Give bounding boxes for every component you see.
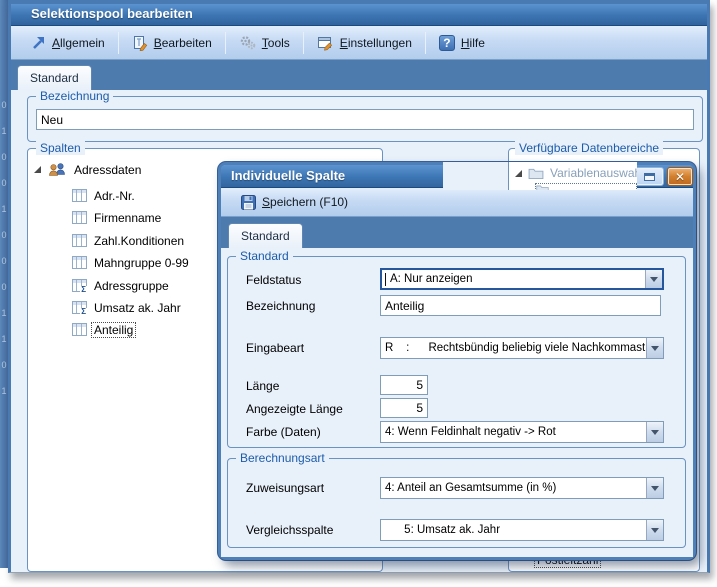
column-icon bbox=[72, 323, 87, 336]
background-window-edge: 010010001101 bbox=[0, 0, 8, 568]
tools-button[interactable]: Tools bbox=[229, 31, 300, 54]
feldstatus-value: A: Nur anzeigen bbox=[386, 273, 645, 285]
eingabeart-select[interactable]: R : Rechtsbündig beliebig viele Nachkomm… bbox=[380, 337, 664, 359]
screenshot-stage: 010010001101 Selektionspool bearbeiten A… bbox=[0, 0, 717, 587]
tree-label: Adr.-Nr. bbox=[92, 189, 137, 203]
vergleichsspalte-select[interactable]: 5: Umsatz ak. Jahr bbox=[380, 519, 664, 541]
toolbar-separator bbox=[118, 32, 119, 54]
bezeichnung-input[interactable] bbox=[36, 109, 694, 130]
farbe-daten-value: 4: Wenn Feldinhalt negativ -> Rot bbox=[381, 426, 646, 438]
tab-standard-main[interactable]: Standard bbox=[17, 65, 92, 90]
speichern-label: Speichern (F10) bbox=[262, 195, 348, 209]
tree-label: Anteilig bbox=[92, 323, 135, 337]
toolbar-separator bbox=[225, 32, 226, 54]
tree-label: Adressdaten bbox=[72, 163, 143, 177]
laenge-input[interactable] bbox=[380, 375, 428, 395]
settings-page-icon bbox=[317, 35, 334, 51]
standard-fieldset: Standard Feldstatus A: Nur anzeigen Beze… bbox=[227, 256, 686, 448]
stale-tree-repaint: Variablenauswahl bbox=[443, 162, 637, 190]
zuweisungsart-label: Zuweisungsart bbox=[246, 481, 324, 495]
spalten-group-label: Spalten bbox=[36, 141, 85, 155]
dropdown-arrow-icon[interactable] bbox=[646, 520, 663, 540]
vergleichsspalte-value: 5: Umsatz ak. Jahr bbox=[381, 524, 646, 536]
bezeichnung-field-input[interactable] bbox=[380, 295, 661, 316]
main-tab-strip: Standard bbox=[11, 60, 707, 90]
eingabeart-value: R : Rechtsbündig beliebig viele Nachkomm… bbox=[381, 342, 646, 354]
individuelle-spalte-dialog: Individuelle Spalte ✕ Speichern (F10) St… bbox=[218, 162, 696, 560]
tree-label: Firmenname bbox=[92, 211, 163, 225]
dropdown-arrow-icon[interactable] bbox=[646, 478, 663, 498]
eingabeart-label: Eingabeart bbox=[246, 341, 304, 355]
tree-label: Umsatz ak. Jahr bbox=[92, 301, 183, 315]
tree-item-partial-stale bbox=[535, 183, 637, 190]
farbe-daten-select[interactable]: 4: Wenn Feldinhalt negativ -> Rot bbox=[380, 421, 664, 443]
expander-icon[interactable] bbox=[34, 166, 41, 173]
people-icon bbox=[48, 162, 67, 177]
tab-standard-dialog[interactable]: Standard bbox=[228, 223, 303, 248]
feldstatus-select[interactable]: A: Nur anzeigen bbox=[380, 268, 664, 290]
bearbeiten-button[interactable]: Bearbeiten bbox=[122, 31, 222, 55]
main-titlebar[interactable]: Selektionspool bearbeiten bbox=[11, 4, 707, 26]
dialog-content: Standard Feldstatus A: Nur anzeigen Beze… bbox=[221, 248, 693, 557]
bezeichnung-group-label: Bezeichnung bbox=[36, 90, 113, 103]
feldstatus-label: Feldstatus bbox=[246, 273, 301, 287]
gears-icon bbox=[239, 35, 256, 50]
zuweisungsart-value: 4: Anteil an Gesamtsumme (in %) bbox=[381, 482, 646, 494]
bezeichnung-field-label: Bezeichnung bbox=[246, 299, 315, 313]
dialog-tab-strip: Standard bbox=[221, 217, 693, 248]
dialog-title: Individuelle Spalte bbox=[231, 168, 345, 183]
berechnungsart-fieldset-label: Berechnungsart bbox=[236, 451, 329, 465]
einstellungen-button[interactable]: Einstellungen bbox=[307, 31, 422, 55]
dropdown-arrow-icon[interactable] bbox=[646, 338, 663, 358]
angezeigte-laenge-label: Angezeigte Länge bbox=[246, 402, 343, 416]
tree-label: Mahngruppe 0-99 bbox=[92, 256, 191, 270]
dropdown-arrow-icon[interactable] bbox=[646, 422, 663, 442]
toolbar-separator bbox=[425, 32, 426, 54]
close-icon: ✕ bbox=[675, 171, 685, 183]
column-icon bbox=[72, 211, 87, 224]
tree-label: Variablenauswahl bbox=[548, 166, 637, 180]
dropdown-arrow-icon[interactable] bbox=[645, 270, 662, 288]
column-icon bbox=[72, 189, 87, 202]
floppy-disk-icon bbox=[241, 195, 256, 210]
main-toolbar: Allgemein Bearbeiten Tools bbox=[11, 26, 707, 60]
hilfe-button[interactable]: ? Hilfe bbox=[429, 31, 495, 55]
main-window-title: Selektionspool bearbeiten bbox=[31, 6, 193, 21]
laenge-label: Länge bbox=[246, 379, 279, 393]
farbe-daten-label: Farbe (Daten) bbox=[246, 425, 321, 439]
speichern-button[interactable]: Speichern (F10) bbox=[231, 191, 358, 214]
edit-page-icon bbox=[132, 35, 148, 51]
folder-icon bbox=[536, 184, 549, 190]
bezeichnung-group: Bezeichnung bbox=[27, 96, 703, 142]
tools-label: Tools bbox=[262, 36, 290, 50]
dialog-toolbar: Speichern (F10) bbox=[221, 188, 693, 217]
tree-label: Zahl.Konditionen bbox=[92, 234, 186, 248]
restore-window-button[interactable] bbox=[635, 167, 664, 186]
help-icon: ? bbox=[439, 35, 455, 51]
column-icon bbox=[72, 256, 87, 269]
hilfe-label: Hilfe bbox=[461, 36, 485, 50]
zuweisungsart-select[interactable]: 4: Anteil an Gesamtsumme (in %) bbox=[380, 477, 664, 499]
standard-fieldset-label: Standard bbox=[236, 249, 293, 263]
berechnungsart-fieldset: Berechnungsart Zuweisungsart 4: Anteil a… bbox=[227, 458, 686, 548]
close-button[interactable]: ✕ bbox=[667, 167, 693, 186]
tree-item-variablenauswahl-stale: Variablenauswahl bbox=[515, 164, 637, 182]
tree-label: Adressgruppe bbox=[92, 279, 171, 293]
arrow-up-right-icon bbox=[31, 35, 46, 50]
column-icon bbox=[72, 234, 87, 247]
datenbereiche-group-label: Verfügbare Datenbereiche bbox=[515, 141, 663, 155]
restore-window-icon bbox=[644, 173, 655, 181]
expander-icon bbox=[515, 170, 522, 177]
einstellungen-label: Einstellungen bbox=[340, 36, 412, 50]
column-sum-icon bbox=[72, 279, 87, 292]
toolbar-separator bbox=[303, 32, 304, 54]
allgemein-label: Allgemein bbox=[52, 36, 105, 50]
angezeigte-laenge-input[interactable] bbox=[380, 398, 428, 418]
bearbeiten-label: Bearbeiten bbox=[154, 36, 212, 50]
allgemein-button[interactable]: Allgemein bbox=[21, 31, 115, 54]
folder-icon bbox=[528, 167, 544, 179]
vergleichsspalte-label: Vergleichsspalte bbox=[246, 523, 333, 537]
column-sum-icon bbox=[72, 301, 87, 314]
